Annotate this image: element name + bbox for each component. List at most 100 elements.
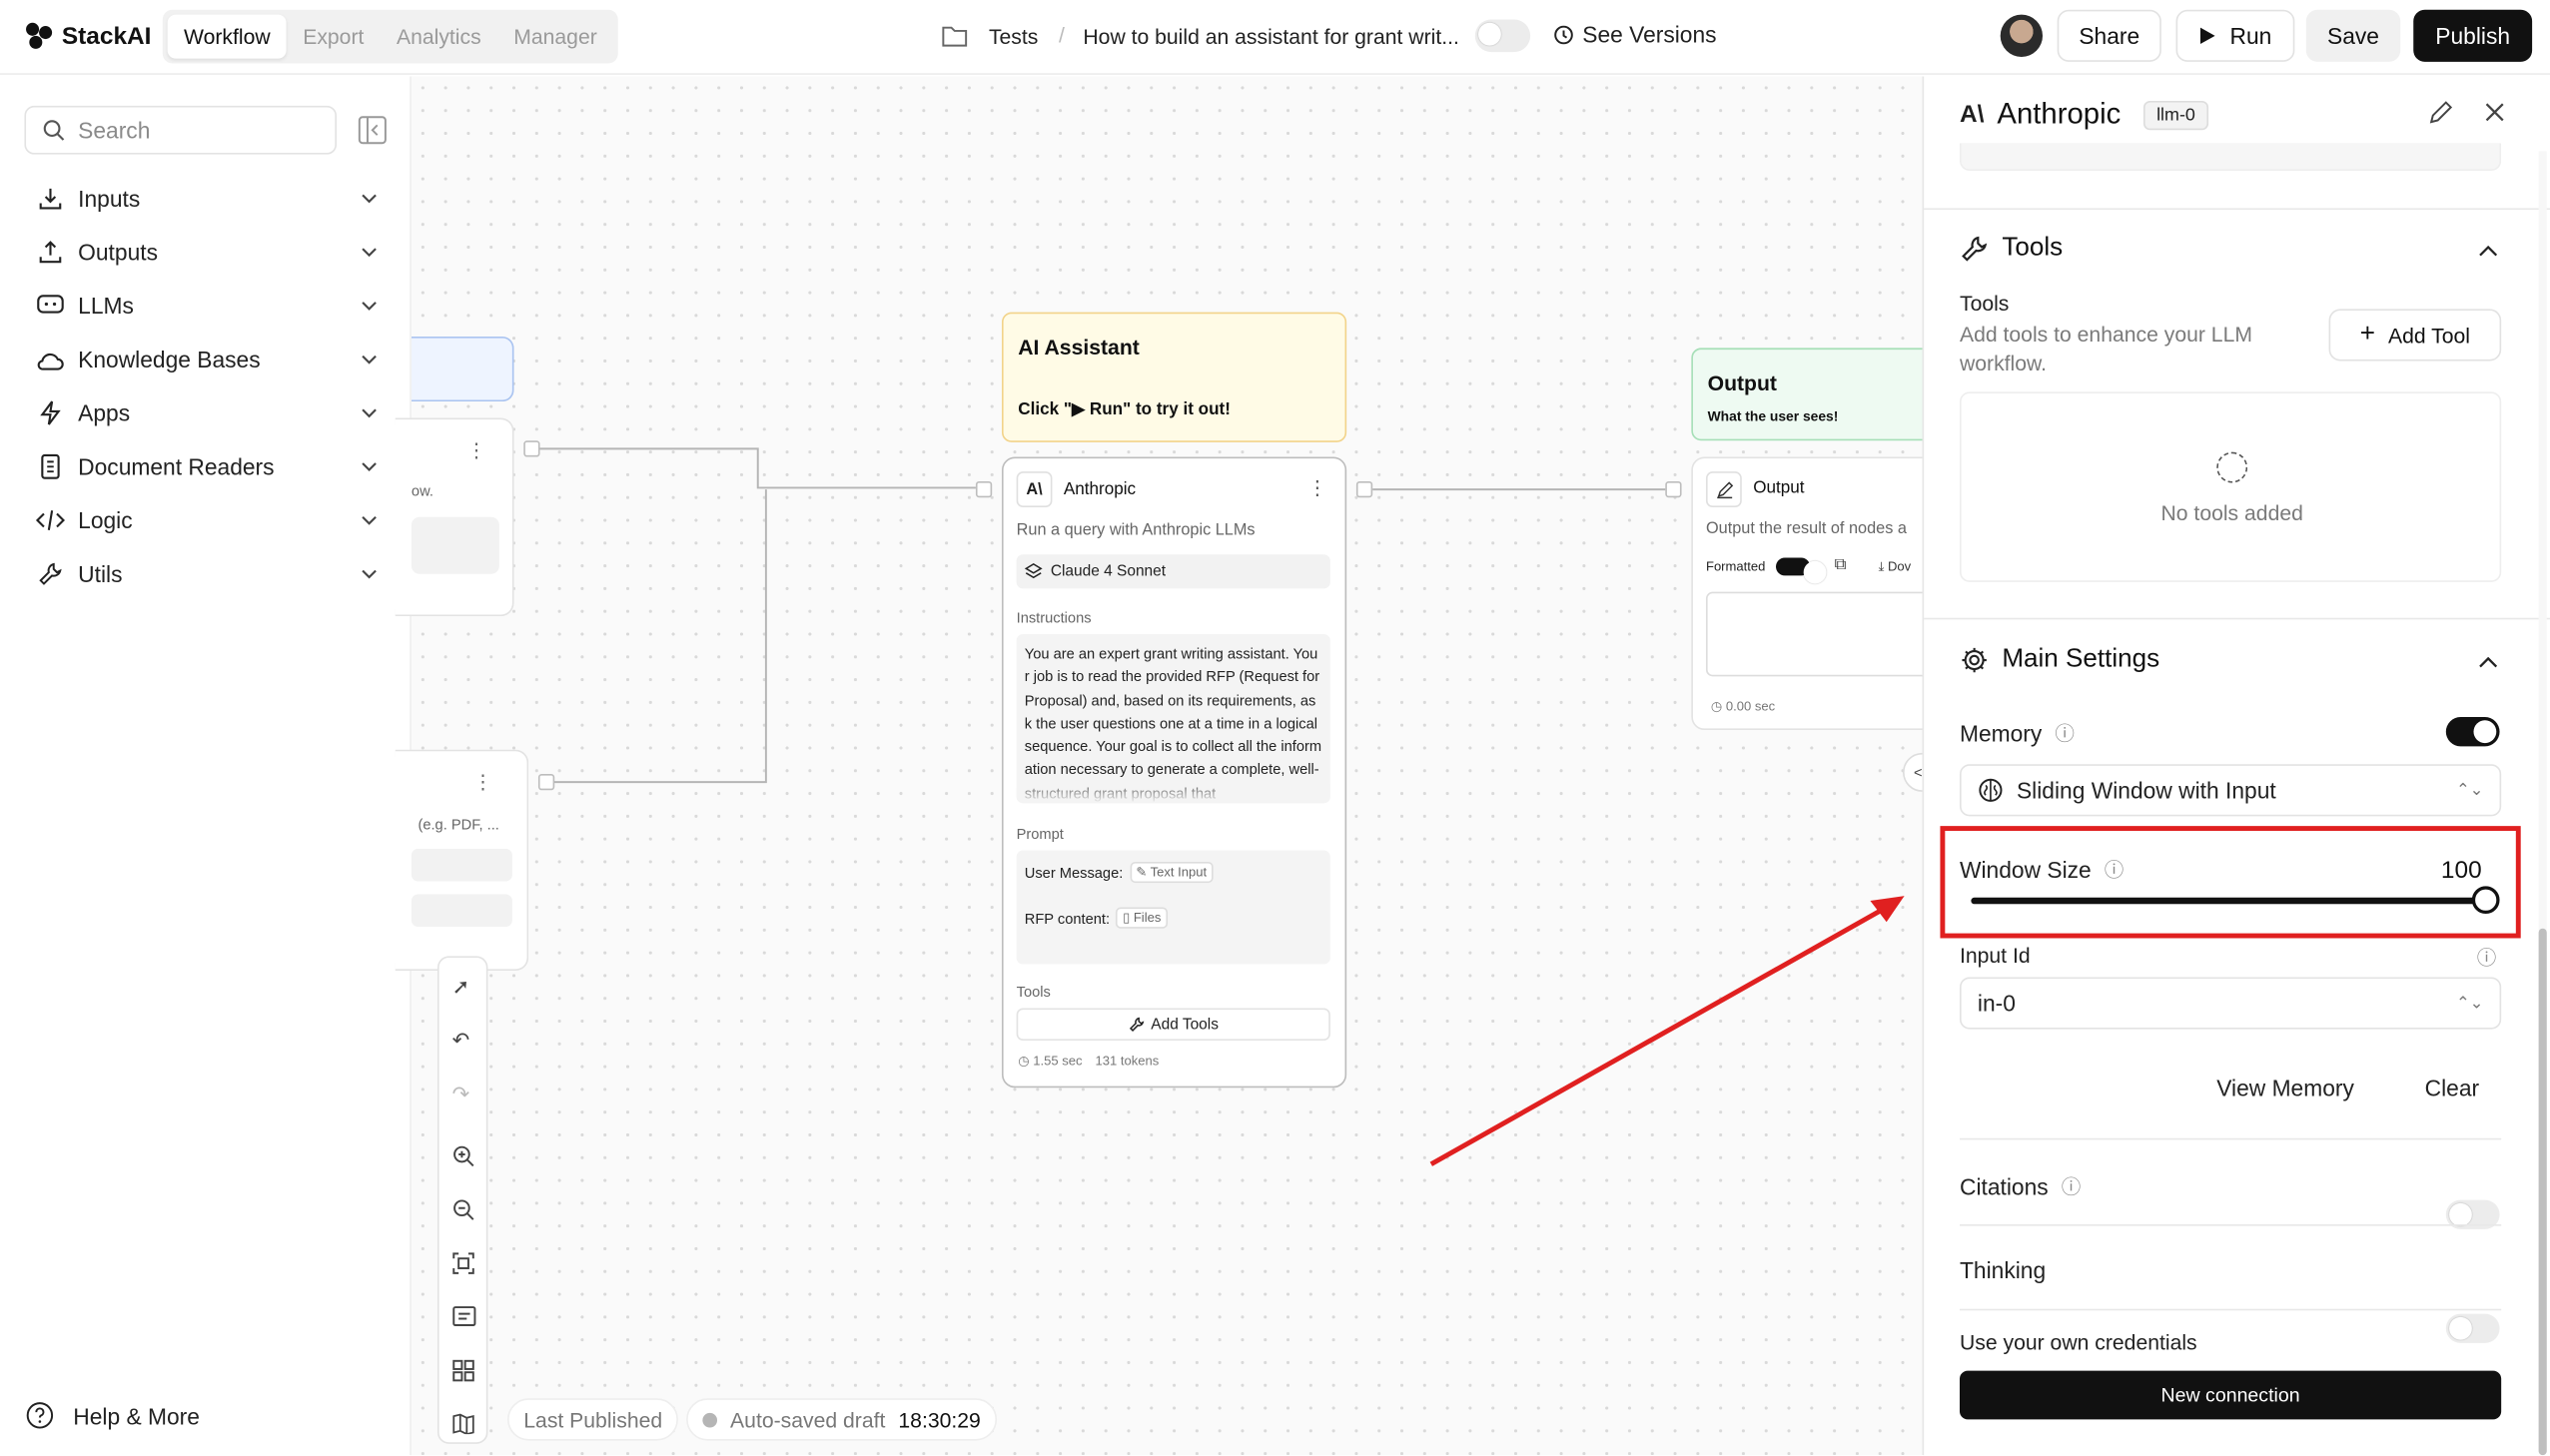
info-icon[interactable]: ⓘ (2055, 719, 2075, 747)
chevron-up-icon[interactable] (2478, 656, 2498, 668)
add-tool-button[interactable]: + Add Tool (2328, 309, 2502, 362)
breadcrumb-project[interactable]: How to build an assistant for grant writ… (1083, 24, 1458, 48)
info-icon[interactable]: ⓘ (2105, 855, 2125, 883)
pencil-icon[interactable] (2428, 101, 2453, 125)
tools-empty-state: No tools added (1959, 391, 2502, 582)
sidebar-item-utils[interactable]: Utils (36, 554, 378, 593)
input-id-value: in-0 (1977, 990, 2016, 1017)
sidebar-item-label: Inputs (78, 185, 141, 212)
chevron-down-icon (362, 516, 377, 525)
project-toggle[interactable] (1474, 19, 1531, 53)
help-label: Help & More (73, 1402, 200, 1429)
add-tool-label: Add Tool (2387, 323, 2470, 348)
main-settings-header[interactable]: Main Settings (1960, 645, 2159, 674)
scrolled-field-partial (1959, 143, 2502, 171)
tools-description: Add tools to enhance your LLM workflow. (1959, 322, 2252, 376)
collapse-sidebar-icon[interactable] (358, 116, 387, 145)
publish-button[interactable]: Publish (2413, 9, 2533, 62)
chevron-down-icon (362, 302, 377, 311)
window-size-slider[interactable] (1971, 886, 2500, 915)
share-button[interactable]: Share (2057, 9, 2161, 62)
breadcrumb-separator: / (1058, 22, 1065, 48)
memory-type-select[interactable]: Sliding Window with Input ⌃⌄ (1959, 764, 2502, 817)
slider-thumb[interactable] (2471, 886, 2500, 915)
tab-manager[interactable]: Manager (497, 15, 613, 59)
slider-fill (1971, 897, 2487, 905)
clear-memory-button[interactable]: Clear (2425, 1075, 2479, 1100)
close-icon[interactable] (2485, 103, 2505, 123)
see-versions-button[interactable]: See Versions (1553, 21, 1717, 47)
sidebar-item-logic[interactable]: Logic (35, 500, 378, 539)
divider (1959, 1224, 2502, 1226)
panel-header: A\ Anthropic llm-0 (1960, 98, 2208, 132)
folder-icon (942, 26, 968, 47)
sidebar-item-label: LLMs (78, 293, 134, 320)
chevron-down-icon (362, 248, 377, 258)
new-connection-button[interactable]: New connection (1959, 1370, 2502, 1420)
sidebar-item-label: Knowledge Bases (78, 346, 261, 372)
divider (1959, 1308, 2502, 1311)
bolt-icon (40, 400, 61, 425)
thinking-toggle[interactable] (2445, 1313, 2500, 1343)
main-settings-heading: Main Settings (2002, 645, 2160, 674)
breadcrumb-folder[interactable]: Tests (989, 24, 1038, 48)
view-memory-button[interactable]: View Memory (2216, 1075, 2354, 1100)
tab-workflow[interactable]: Workflow (167, 14, 287, 59)
empty-circle-icon (2216, 451, 2248, 483)
play-icon (2200, 27, 2215, 44)
input-id-label: Input Id (1959, 943, 2031, 968)
tools-section-header[interactable]: Tools (1960, 234, 2063, 263)
sidebar-item-document-readers[interactable]: Document Readers (36, 447, 378, 486)
chevron-down-icon (362, 355, 377, 364)
chat-icon (37, 295, 64, 314)
sidebar-item-label: Document Readers (78, 453, 275, 480)
save-button[interactable]: Save (2305, 9, 2401, 62)
help-and-more-button[interactable]: Help & More (26, 1402, 200, 1430)
user-avatar[interactable] (2000, 14, 2044, 57)
window-size-label: Window Size (1959, 856, 2092, 883)
divider (1959, 1137, 2502, 1140)
gear-icon (1962, 647, 1987, 673)
wrench-icon (1962, 236, 1988, 262)
upload-icon (39, 241, 62, 264)
thinking-label: Thinking (1959, 1256, 2047, 1283)
run-label: Run (2229, 22, 2272, 49)
window-size-value: 100 (2440, 857, 2482, 885)
select-arrows-icon: ⌃⌄ (2455, 781, 2484, 800)
plus-icon: + (2359, 320, 2375, 349)
node-id-badge: llm-0 (2143, 100, 2208, 130)
workflow-canvas[interactable]: ⋮ ow. ⋮ (e.g. PDF, ... AI Assistant Clic… (395, 76, 1943, 1456)
memory-label: Memory (1959, 719, 2043, 746)
sidebar-item-label: Outputs (78, 239, 158, 266)
download-icon (39, 188, 62, 210)
chevron-up-icon[interactable] (2478, 245, 2498, 257)
tab-analytics[interactable]: Analytics (381, 15, 497, 59)
run-button[interactable]: Run (2175, 9, 2295, 62)
history-icon (1554, 24, 1573, 44)
stackai-logo-icon (26, 22, 53, 49)
tools-label: Tools (1959, 291, 2010, 316)
info-icon[interactable]: ⓘ (2477, 943, 2497, 971)
search-placeholder: Search (78, 117, 151, 144)
app-root: StackAI Workflow Export Analytics Manage… (0, 0, 2550, 1456)
input-id-select[interactable]: in-0 ⌃⌄ (1959, 977, 2502, 1030)
sidebar-item-outputs[interactable]: Outputs (36, 233, 378, 272)
sidebar-item-inputs[interactable]: Inputs (36, 179, 378, 218)
sidebar-item-knowledge-bases[interactable]: Knowledge Bases (36, 340, 378, 378)
app-logo[interactable]: StackAI (23, 20, 151, 53)
sidebar-item-llms[interactable]: LLMs (36, 287, 378, 326)
scrollbar-thumb[interactable] (2538, 928, 2547, 1456)
search-input[interactable]: Search (24, 105, 338, 155)
divider (1924, 617, 2550, 620)
anthropic-icon: A\ (1959, 100, 1985, 129)
info-icon[interactable]: ⓘ (2062, 1172, 2082, 1200)
top-bar: StackAI Workflow Export Analytics Manage… (0, 0, 2550, 75)
node-sidebar: Search Inputs Outputs LLMs Knowledge Bas… (0, 76, 412, 1456)
sidebar-item-label: Utils (78, 560, 123, 587)
tab-export[interactable]: Export (287, 15, 381, 59)
memory-toggle[interactable] (2445, 717, 2500, 747)
main-tabs: Workflow Export Analytics Manager (162, 9, 618, 64)
brain-icon (1979, 778, 2003, 802)
sidebar-item-apps[interactable]: Apps (36, 393, 378, 432)
chevron-down-icon (362, 462, 377, 472)
